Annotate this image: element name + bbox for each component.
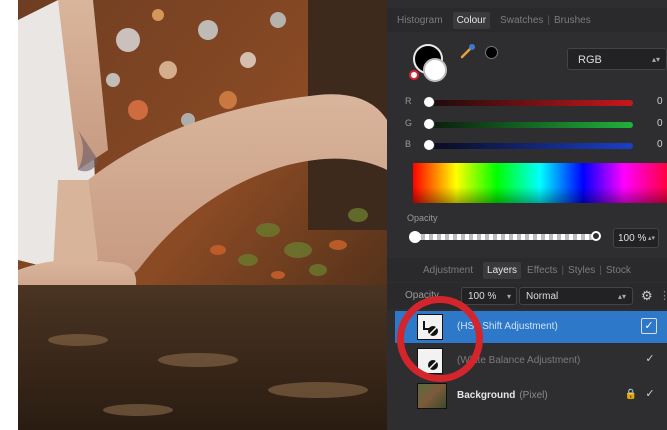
colour-opacity-track[interactable] <box>417 234 595 240</box>
image-thumb-icon <box>417 383 447 409</box>
photo-canvas <box>18 0 387 430</box>
slider-green[interactable]: G 0 <box>405 118 667 132</box>
slider-green-knob[interactable] <box>423 118 435 130</box>
colour-mode-value: RGB <box>578 54 602 66</box>
adjustment-thumb-icon <box>417 314 443 340</box>
colour-opacity-field[interactable]: 100 % ▴▾ <box>613 228 659 248</box>
studio-panel: Histogram Colour Swatches | Brushes RGB … <box>387 0 667 430</box>
blend-mode-select[interactable]: Normal ▴▾ <box>519 287 633 305</box>
select-arrows-icon: ▴▾ <box>651 55 660 64</box>
secondary-colour-swatch[interactable] <box>423 58 447 82</box>
tab-layers[interactable]: Layers <box>483 261 522 279</box>
tab-separator: | <box>599 264 602 276</box>
layers-toolbar: Opacity 100 % ▾ Normal ▴▾ ⚙ ⋮ <box>387 283 667 309</box>
layer-opacity-select[interactable]: 100 % ▾ <box>461 287 517 305</box>
slider-blue-label: B <box>405 139 412 149</box>
slider-green-value[interactable]: 0 <box>657 118 663 129</box>
stepper-arrows-icon[interactable]: ▴▾ <box>648 229 655 249</box>
layers-panel-tabs: Adjustment Layers Effects | Styles | Sto… <box>387 258 667 282</box>
visibility-checkbox[interactable]: ✓ <box>641 318 657 334</box>
tab-histogram[interactable]: Histogram <box>397 15 443 26</box>
layer-kind: (Pixel) <box>519 390 548 401</box>
visibility-checkbox[interactable]: ✓ <box>643 387 657 401</box>
colour-opacity-value: 100 % <box>618 233 647 244</box>
tab-swatches[interactable]: Swatches <box>500 15 543 26</box>
colour-picker-icon[interactable] <box>459 42 477 60</box>
tab-separator: | <box>561 264 565 276</box>
colour-panel-tabs: Histogram Colour Swatches | Brushes <box>387 8 667 32</box>
slider-blue[interactable]: B 0 <box>405 139 667 153</box>
slider-green-track[interactable] <box>427 122 633 128</box>
colour-opacity-label: Opacity <box>407 213 438 223</box>
tab-stock[interactable]: Stock <box>606 265 631 276</box>
tab-separator: | <box>547 14 551 26</box>
lock-icon[interactable]: 🔒 <box>625 389 637 400</box>
colour-opacity-knob[interactable] <box>591 231 601 241</box>
picked-colour-dot <box>485 46 498 59</box>
layer-name-wrap[interactable]: Background (Pixel) <box>457 390 548 401</box>
slider-blue-knob[interactable] <box>423 139 435 151</box>
slider-blue-value[interactable]: 0 <box>657 139 663 150</box>
visibility-checkbox[interactable]: ✓ <box>643 352 657 366</box>
tab-brushes[interactable]: Brushes <box>554 15 591 26</box>
slider-red-track[interactable] <box>427 100 633 106</box>
more-options-icon[interactable]: ⋮ <box>659 289 667 302</box>
layer-row-background[interactable]: Background (Pixel) 🔒 ✓ <box>395 380 667 412</box>
layer-opacity-label: Opacity <box>405 290 439 301</box>
colour-opacity-start-knob[interactable] <box>409 231 421 243</box>
select-arrows-icon: ▴▾ <box>617 292 626 301</box>
tab-colour[interactable]: Colour <box>452 11 491 29</box>
blend-mode-value: Normal <box>526 291 559 302</box>
slider-green-label: G <box>405 118 413 128</box>
slider-blue-track[interactable] <box>427 143 633 149</box>
slider-red[interactable]: R 0 <box>405 96 667 110</box>
layer-name[interactable]: (HSL Shift Adjustment) <box>457 321 558 332</box>
layer-row-hsl[interactable]: (HSL Shift Adjustment) ✓ <box>395 311 667 343</box>
colour-mode-select[interactable]: RGB ▴▾ <box>567 48 667 70</box>
slider-red-value[interactable]: 0 <box>657 96 663 107</box>
adjustment-thumb-icon <box>417 348 443 374</box>
tab-adjustment[interactable]: Adjustment <box>423 265 473 276</box>
slider-red-knob[interactable] <box>423 96 435 108</box>
colour-spectrum[interactable] <box>413 163 667 203</box>
layer-row-white-balance[interactable]: (White Balance Adjustment) ✓ <box>395 345 667 377</box>
tab-styles[interactable]: Styles <box>568 265 595 276</box>
layer-name[interactable]: (White Balance Adjustment) <box>457 355 580 366</box>
layer-opacity-value: 100 % <box>468 291 497 302</box>
slider-red-label: R <box>405 96 412 106</box>
dropdown-arrow-icon: ▾ <box>506 292 511 301</box>
no-colour-icon[interactable] <box>409 70 419 80</box>
layer-name: Background <box>457 390 516 401</box>
gear-icon[interactable]: ⚙ <box>641 289 655 303</box>
tab-effects[interactable]: Effects <box>527 265 557 276</box>
photo-image <box>18 0 387 430</box>
